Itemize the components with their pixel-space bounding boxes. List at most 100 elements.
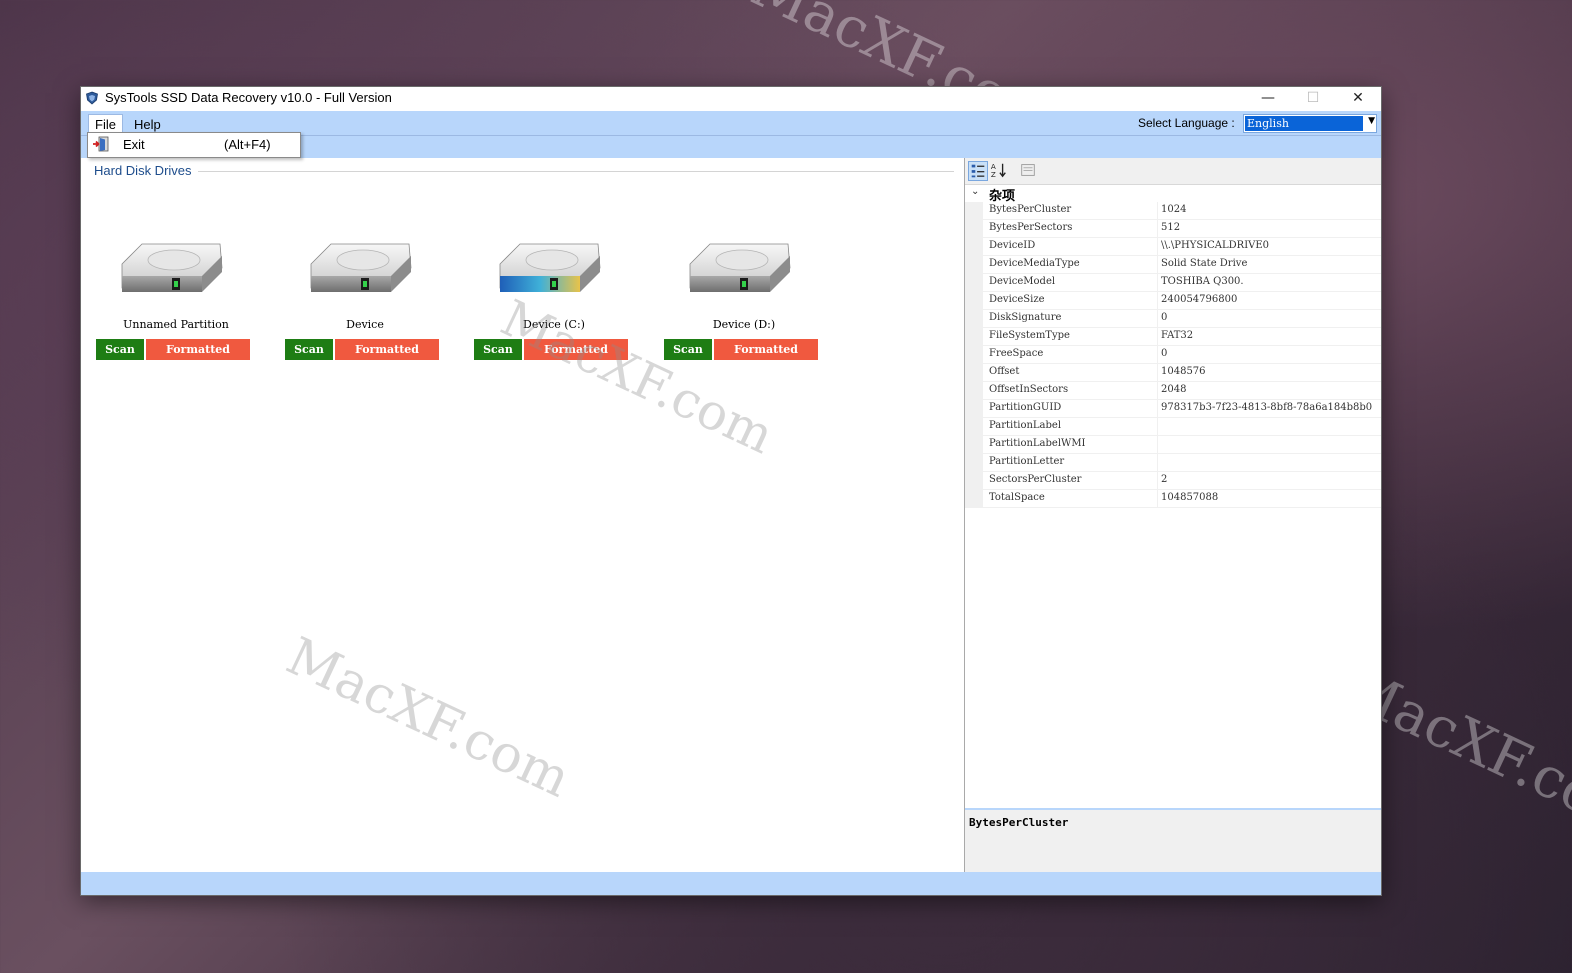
- row-margin: [965, 400, 983, 417]
- title-bar: SysTools SSD Data Recovery v10.0 - Full …: [81, 87, 1381, 111]
- property-name: PartitionLetter: [989, 456, 1065, 467]
- exit-door-icon: [93, 136, 109, 152]
- maximize-button[interactable]: ☐: [1290, 87, 1336, 111]
- row-margin: [965, 364, 983, 381]
- row-margin: [965, 202, 983, 219]
- categorized-view-button[interactable]: [968, 161, 988, 181]
- property-row[interactable]: FreeSpace 0: [965, 346, 1381, 364]
- property-value[interactable]: 2: [1161, 474, 1379, 485]
- property-row[interactable]: PartitionLetter: [965, 454, 1381, 472]
- category-row[interactable]: ⌄ 杂项: [965, 185, 1381, 204]
- exit-label: Exit: [123, 137, 145, 152]
- property-name: FreeSpace: [989, 348, 1044, 359]
- property-value[interactable]: 978317b3-7f23-4813-8bf8-78a6a184b8b0: [1161, 402, 1379, 413]
- property-pages-button[interactable]: [1019, 161, 1039, 181]
- menu-item-exit[interactable]: Exit (Alt+F4): [88, 133, 300, 157]
- property-name: DeviceSize: [989, 294, 1045, 305]
- description-panel: BytesPerCluster: [965, 810, 1381, 872]
- formatted-button[interactable]: Formatted: [524, 339, 628, 360]
- property-name: DeviceMediaType: [989, 258, 1080, 269]
- scan-button[interactable]: Scan: [96, 339, 144, 360]
- drive-label: Device: [346, 318, 384, 331]
- property-row[interactable]: DiskSignature 0: [965, 310, 1381, 328]
- drive-tile: Unnamed Partition Scan Formatted: [96, 238, 256, 368]
- property-value[interactable]: FAT32: [1161, 330, 1379, 341]
- property-row[interactable]: DeviceSize 240054796800: [965, 292, 1381, 310]
- row-margin: [965, 382, 983, 399]
- drives-panel: Hard Disk Drives Unnamed Partition Scan …: [81, 158, 965, 872]
- watermark-text: MacXF.com: [277, 626, 580, 810]
- property-row[interactable]: SectorsPerCluster 2: [965, 472, 1381, 490]
- column-separator: [1157, 364, 1158, 381]
- column-separator: [1157, 436, 1158, 453]
- property-name: SectorsPerCluster: [989, 474, 1082, 485]
- row-margin: [965, 454, 983, 471]
- column-separator: [1157, 382, 1158, 399]
- property-value[interactable]: \\.\PHYSICALDRIVE0: [1161, 240, 1379, 251]
- row-margin: [965, 220, 983, 237]
- property-row[interactable]: DeviceModel TOSHIBA Q300.: [965, 274, 1381, 292]
- hard-drive-icon[interactable]: [494, 238, 606, 302]
- property-value[interactable]: TOSHIBA Q300.: [1161, 276, 1379, 287]
- property-row[interactable]: DeviceMediaType Solid State Drive: [965, 256, 1381, 274]
- hard-drive-icon[interactable]: [116, 238, 228, 302]
- shield-icon: [86, 91, 98, 105]
- property-value[interactable]: 0: [1161, 348, 1379, 359]
- status-bar: [81, 872, 1381, 895]
- property-row[interactable]: PartitionLabel: [965, 418, 1381, 436]
- hard-drive-icon[interactable]: [684, 238, 796, 302]
- row-margin: [965, 436, 983, 453]
- alphabetical-view-button[interactable]: A Z: [990, 161, 1010, 181]
- minimize-button[interactable]: —: [1245, 87, 1291, 111]
- collapse-chevron-icon[interactable]: ⌄: [971, 186, 979, 197]
- property-row[interactable]: BytesPerCluster 1024: [965, 202, 1381, 220]
- property-row[interactable]: Offset 1048576: [965, 364, 1381, 382]
- drive-label: Device (C:): [523, 318, 585, 331]
- section-divider: [94, 171, 954, 172]
- property-row[interactable]: TotalSpace 104857088: [965, 490, 1381, 508]
- language-value: English: [1245, 116, 1363, 131]
- property-value[interactable]: Solid State Drive: [1161, 258, 1379, 269]
- sort-az-icon: A Z: [991, 162, 1006, 179]
- property-value[interactable]: 512: [1161, 222, 1379, 233]
- property-name: Offset: [989, 366, 1020, 377]
- property-name: DeviceID: [989, 240, 1036, 251]
- row-margin: [965, 238, 983, 255]
- formatted-button[interactable]: Formatted: [335, 339, 439, 360]
- property-name: PartitionLabel: [989, 420, 1062, 431]
- language-select[interactable]: English ▼: [1243, 114, 1377, 133]
- drive-tile-selected: Device (C:) Scan Formatted: [474, 238, 634, 368]
- property-name: TotalSpace: [989, 492, 1045, 503]
- property-value[interactable]: 104857088: [1161, 492, 1379, 503]
- property-name: BytesPerSectors: [989, 222, 1073, 233]
- property-value[interactable]: 240054796800: [1161, 294, 1379, 305]
- column-separator: [1157, 418, 1158, 435]
- property-row[interactable]: PartitionGUID 978317b3-7f23-4813-8bf8-78a…: [965, 400, 1381, 418]
- formatted-button[interactable]: Formatted: [146, 339, 250, 360]
- column-separator: [1157, 400, 1158, 417]
- row-margin: [965, 346, 983, 363]
- property-row[interactable]: FileSystemType FAT32: [965, 328, 1381, 346]
- drive-tile: Device Scan Formatted: [285, 238, 445, 368]
- property-row[interactable]: PartitionLabelWMI: [965, 436, 1381, 454]
- property-value[interactable]: 1048576: [1161, 366, 1379, 377]
- property-value[interactable]: 1024: [1161, 204, 1379, 215]
- scan-button[interactable]: Scan: [474, 339, 522, 360]
- scan-button[interactable]: Scan: [664, 339, 712, 360]
- property-name: PartitionGUID: [989, 402, 1062, 413]
- column-separator: [1157, 238, 1158, 255]
- column-separator: [1157, 292, 1158, 309]
- property-value[interactable]: 0: [1161, 312, 1379, 323]
- property-row[interactable]: OffsetInSectors 2048: [965, 382, 1381, 400]
- hard-drive-icon[interactable]: [305, 238, 417, 302]
- chevron-down-icon[interactable]: ▼: [1368, 116, 1375, 126]
- column-separator: [1157, 310, 1158, 327]
- property-row[interactable]: DeviceID \\.\PHYSICALDRIVE0: [965, 238, 1381, 256]
- formatted-button[interactable]: Formatted: [714, 339, 818, 360]
- column-separator: [1157, 220, 1158, 237]
- property-row[interactable]: BytesPerSectors 512: [965, 220, 1381, 238]
- close-button[interactable]: ✕: [1335, 87, 1381, 111]
- scan-button[interactable]: Scan: [285, 339, 333, 360]
- column-separator: [1157, 274, 1158, 291]
- property-value[interactable]: 2048: [1161, 384, 1379, 395]
